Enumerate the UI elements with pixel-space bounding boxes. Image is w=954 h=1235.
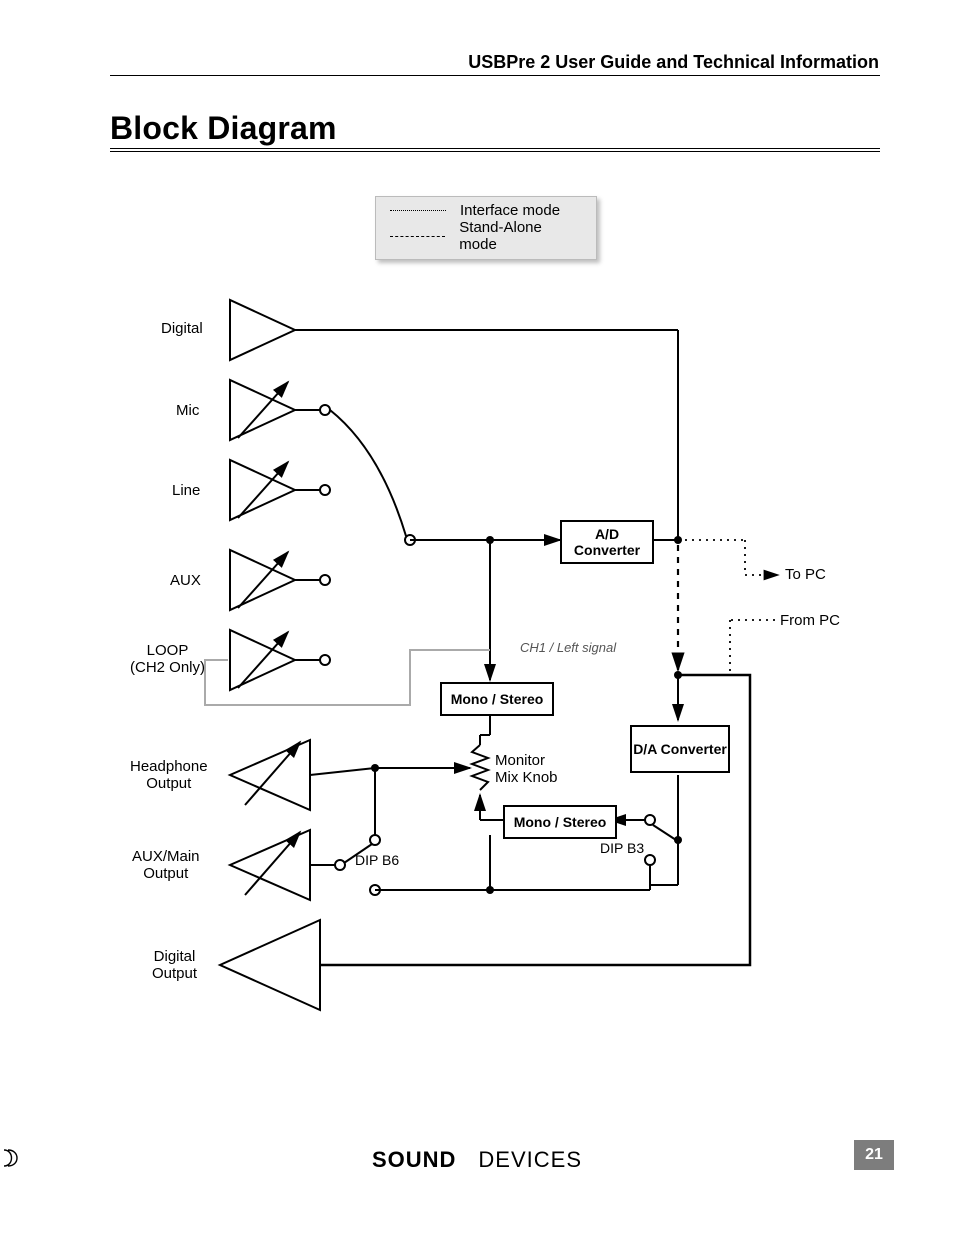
page-number: 21 bbox=[854, 1140, 894, 1170]
diagram-svg bbox=[110, 180, 880, 1060]
label-output-auxmain: AUX/Main Output bbox=[132, 848, 200, 882]
footer-brand-light: DEVICES bbox=[478, 1147, 582, 1172]
block-mono-stereo-2: Mono / Stereo bbox=[503, 805, 617, 839]
header-rule bbox=[110, 75, 880, 76]
page-header: USBPre 2 User Guide and Technical Inform… bbox=[468, 52, 879, 73]
label-input-mic: Mic bbox=[176, 402, 199, 419]
label-input-aux: AUX bbox=[170, 572, 201, 589]
label-output-digital: Digital Output bbox=[152, 948, 197, 982]
label-input-loop: LOOP (CH2 Only) bbox=[130, 642, 205, 676]
label-input-digital: Digital bbox=[161, 320, 203, 337]
label-from-pc: From PC bbox=[780, 612, 840, 629]
footer-brand: SOUND DEVICES bbox=[0, 1147, 954, 1173]
label-monitor-mix: Monitor Mix Knob bbox=[495, 752, 558, 786]
footer-brand-bold: SOUND bbox=[372, 1147, 456, 1172]
title-rule-2 bbox=[110, 151, 880, 152]
block-mono-stereo-1: Mono / Stereo bbox=[440, 682, 554, 716]
block-diagram: Interface mode Stand-Alone mode bbox=[110, 180, 880, 1060]
label-to-pc: To PC bbox=[785, 566, 826, 583]
label-input-line: Line bbox=[172, 482, 200, 499]
block-ad-converter: A/D Converter bbox=[560, 520, 654, 564]
page-title: Block Diagram bbox=[110, 110, 337, 147]
title-rule bbox=[110, 148, 880, 149]
block-da-converter: D/A Converter bbox=[630, 725, 730, 773]
label-ch1-left: CH1 / Left signal bbox=[520, 640, 616, 655]
label-output-headphone: Headphone Output bbox=[130, 758, 208, 792]
label-dip-b3: DIP B3 bbox=[600, 840, 644, 856]
label-dip-b6: DIP B6 bbox=[355, 852, 399, 868]
